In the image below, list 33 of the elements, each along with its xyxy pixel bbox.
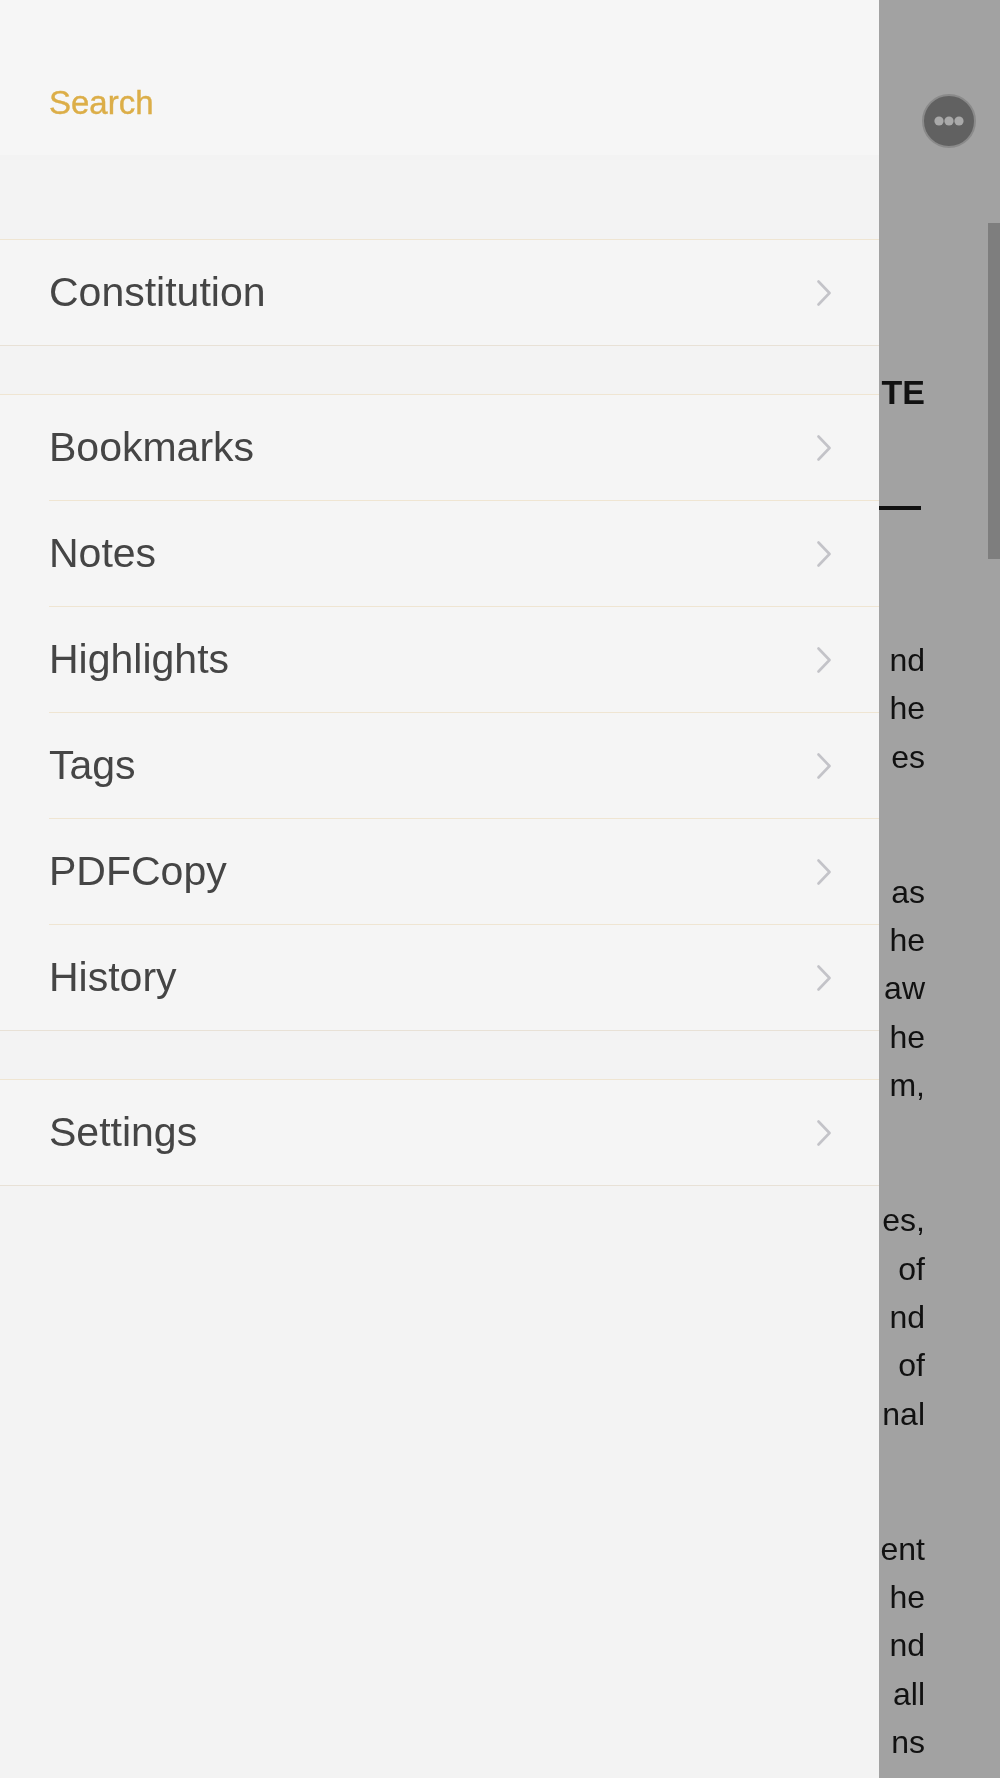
text-fragment: nd [889, 1627, 925, 1664]
text-fragment: he [889, 922, 925, 959]
chevron-right-icon [817, 964, 831, 991]
chevron-right-icon [817, 1119, 831, 1146]
text-fragment: he [889, 690, 925, 727]
text-fragment: nal [882, 1395, 925, 1432]
menu-item[interactable]: History [49, 925, 879, 1030]
chevron-right-icon [817, 540, 831, 567]
text-fragment: ns [891, 1724, 925, 1761]
text-fragment: he [889, 1579, 925, 1616]
ellipsis-icon [934, 116, 964, 126]
menu-item[interactable]: Settings [49, 1080, 879, 1185]
text-fragment: of [898, 1250, 925, 1287]
chevron-right-icon [817, 752, 831, 779]
chevron-right-icon [817, 279, 831, 306]
text-fragment: nd [889, 642, 925, 678]
text-fragment: aw [884, 970, 925, 1007]
document-heading: TE [880, 372, 925, 413]
text-fragment: nd [889, 1298, 925, 1335]
text-fragment: es, [882, 1202, 925, 1239]
text-fragment: of [898, 1347, 925, 1384]
text-fragment: all [893, 1675, 925, 1712]
menu-item[interactable]: Constitution [49, 240, 879, 345]
chevron-right-icon [817, 646, 831, 673]
text-fragment: es [891, 738, 925, 775]
text-fragment: as [891, 873, 925, 910]
chevron-right-icon [817, 858, 831, 885]
scrollbar-thumb[interactable] [988, 223, 1000, 559]
text-fragment: he [889, 1018, 925, 1055]
more-button[interactable] [922, 94, 976, 148]
text-fragment: m, [889, 1067, 925, 1104]
chevron-right-icon [817, 434, 831, 461]
text-fragment: ent [880, 1530, 925, 1567]
